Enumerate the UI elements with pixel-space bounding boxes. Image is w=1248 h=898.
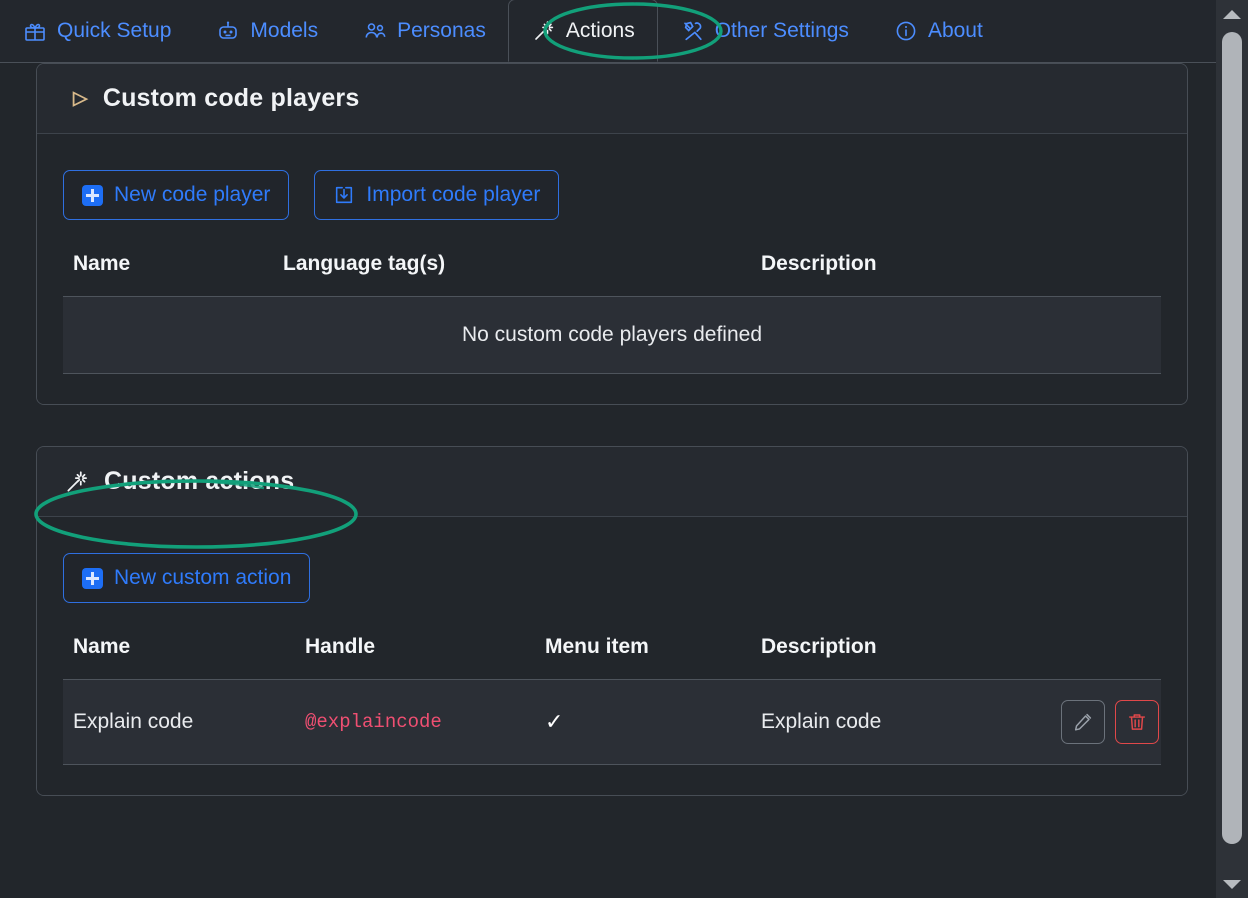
section-title: Custom code players [102, 84, 360, 112]
edit-icon [1072, 711, 1094, 733]
custom-actions-table: Name Handle Menu item Description Explai… [63, 635, 1161, 765]
scrollbar-thumb[interactable] [1222, 32, 1242, 844]
tab-label: About [927, 19, 983, 42]
cell-description: Explain code [761, 679, 1041, 765]
cell-menu-item: ✓ [545, 679, 761, 765]
button-label: Import code player [366, 183, 541, 206]
tab-label: Personas [397, 19, 486, 42]
cell-name: Explain code [63, 679, 305, 765]
cell-row-actions [1041, 679, 1161, 765]
plus-icon [82, 184, 103, 206]
column-header-description: Description [761, 252, 877, 275]
new-custom-action-button[interactable]: New custom action [63, 553, 311, 603]
cell-handle: @explaincode [305, 679, 545, 765]
tab-about[interactable]: About [871, 0, 1005, 62]
scroll-up-arrow[interactable] [1216, 0, 1248, 28]
gift-icon [22, 18, 48, 44]
table-row[interactable]: Explain code @explaincode ✓ Explain code [63, 679, 1161, 765]
triangle-right-icon[interactable]: ▷ [73, 89, 88, 108]
info-icon [893, 18, 919, 44]
custom-code-players-body: New code player Import code player Name … [37, 134, 1187, 404]
custom-actions-header: Custom actions [37, 447, 1187, 517]
plus-icon [82, 567, 103, 589]
delete-action-button[interactable] [1115, 700, 1159, 744]
table-empty-row: No custom code players defined [63, 296, 1161, 374]
scroll-down-arrow[interactable] [1216, 870, 1248, 898]
section-title: Custom actions [104, 467, 295, 495]
robot-icon [215, 18, 241, 44]
table-header-row: Name Handle Menu item Description [63, 635, 1161, 680]
tab-actions[interactable]: Actions [507, 0, 658, 62]
tab-label: Other Settings [714, 19, 849, 42]
actions-tab-panel: ▷ Custom code players New code player Im… [0, 62, 1216, 898]
main-tab-bar: Quick Setup Models Personas Actions Othe… [0, 0, 1216, 62]
tab-other-settings[interactable]: Other Settings [658, 0, 871, 62]
vertical-scrollbar[interactable] [1216, 0, 1248, 898]
tab-label: Quick Setup [57, 19, 172, 42]
column-header-handle: Handle [305, 635, 376, 658]
button-label: New code player [114, 183, 271, 206]
custom-actions-card: Custom actions New custom action Name Ha… [36, 446, 1188, 796]
custom-actions-body: New custom action Name Handle Menu item … [37, 517, 1187, 795]
column-header-language-tags: Language tag(s) [283, 252, 446, 275]
import-icon [333, 184, 355, 206]
column-header-description: Description [761, 635, 877, 658]
magic-wand-icon [531, 18, 557, 44]
tab-label: Models [250, 19, 319, 42]
column-header-menu-item: Menu item [545, 635, 649, 658]
tab-models[interactable]: Models [193, 0, 340, 62]
magic-wand-icon [63, 468, 91, 496]
code-player-button-row: New code player Import code player [63, 170, 1161, 220]
column-header-actions [1041, 635, 1161, 680]
tab-quick-setup[interactable]: Quick Setup [0, 0, 193, 62]
tab-personas[interactable]: Personas [340, 0, 508, 62]
tools-icon [680, 18, 706, 44]
column-header-name: Name [73, 635, 131, 658]
trash-icon [1126, 711, 1148, 733]
custom-action-button-row: New custom action [63, 553, 1161, 603]
custom-code-players-table: Name Language tag(s) Description No cust… [63, 252, 1161, 374]
custom-code-players-header[interactable]: ▷ Custom code players [37, 64, 1187, 134]
edit-action-button[interactable] [1061, 700, 1105, 744]
button-label: New custom action [114, 566, 292, 589]
custom-code-players-card: ▷ Custom code players New code player Im… [36, 63, 1188, 405]
table-header-row: Name Language tag(s) Description [63, 252, 1161, 297]
new-code-player-button[interactable]: New code player [63, 170, 290, 220]
empty-state-message: No custom code players defined [63, 296, 1161, 374]
people-icon [362, 18, 388, 44]
column-header-name: Name [73, 252, 131, 275]
import-code-player-button[interactable]: Import code player [314, 170, 560, 220]
tab-label: Actions [565, 18, 635, 42]
